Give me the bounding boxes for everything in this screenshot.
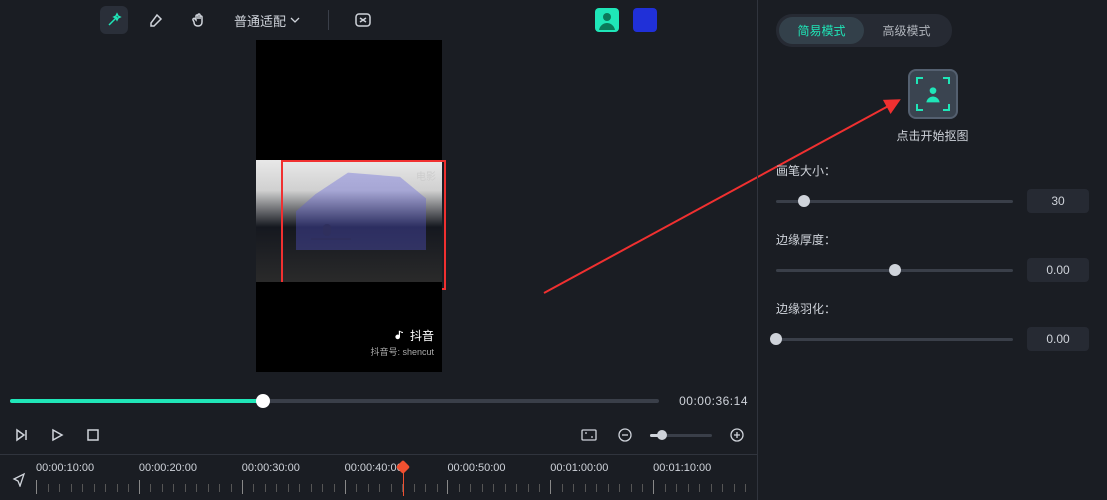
watermark-sub: 抖音号: shencut xyxy=(370,345,434,358)
slider-group: 边缘羽化： 0.00 xyxy=(776,300,1089,351)
toolbar-separator xyxy=(328,10,329,30)
ruler-tick-group: 00:00:10:00 xyxy=(36,476,139,494)
ruler-tick-group: 00:00:40:00 xyxy=(345,476,448,494)
watermark-bottom: 抖音 xyxy=(393,327,434,344)
time-readout: 00:00:36:14 xyxy=(679,394,748,408)
slider-group: 画笔大小： 30 xyxy=(776,162,1089,213)
tab-advanced-mode[interactable]: 高级模式 xyxy=(864,17,949,44)
top-toolbar: 普通适配 xyxy=(0,0,757,40)
slider-thumb[interactable] xyxy=(889,264,901,276)
zoom-out-button[interactable] xyxy=(614,424,636,446)
start-cutout-button[interactable] xyxy=(908,69,958,119)
eraser-tool[interactable] xyxy=(142,6,170,34)
watermark-top: 电影 xyxy=(416,168,436,183)
slider-track[interactable] xyxy=(776,338,1013,341)
chevron-down-icon xyxy=(290,15,300,25)
video-frame[interactable]: 电影 抖音 抖音号: shencut xyxy=(256,40,442,372)
slider-value[interactable]: 0.00 xyxy=(1027,327,1089,351)
slider-track[interactable] xyxy=(776,269,1013,272)
tab-simple-mode[interactable]: 简易模式 xyxy=(779,17,864,44)
ruler-tick-label: 00:00:10:00 xyxy=(36,462,94,474)
hand-tool[interactable] xyxy=(184,6,212,34)
slider-label: 边缘厚度： xyxy=(776,231,1089,248)
play-controls xyxy=(10,416,748,454)
ruler-tick-label: 00:00:20:00 xyxy=(139,462,197,474)
aspect-toggle-button[interactable] xyxy=(578,424,600,446)
ruler-tick-group: 00:01:00:00 xyxy=(550,476,653,494)
fit-mode-label: 普通适配 xyxy=(234,11,286,30)
slider-label: 画笔大小： xyxy=(776,162,1089,179)
fit-mode-select[interactable]: 普通适配 xyxy=(226,7,308,34)
progress-track[interactable] xyxy=(10,399,659,403)
cutout-label: 点击开始抠图 xyxy=(776,127,1089,144)
ruler-tick-label: 00:00:50:00 xyxy=(447,462,505,474)
magic-wand-tool[interactable] xyxy=(100,6,128,34)
ruler-tick-label: 00:00:40:00 xyxy=(345,462,403,474)
ruler-tick-label: 00:01:10:00 xyxy=(653,462,711,474)
slider-track[interactable] xyxy=(776,200,1013,203)
slider-value[interactable]: 30 xyxy=(1027,189,1089,213)
avatar-preview[interactable] xyxy=(595,8,619,32)
play-button[interactable] xyxy=(46,424,68,446)
timeline-ruler[interactable]: 00:00:10:0000:00:20:0000:00:30:0000:00:4… xyxy=(0,462,757,500)
ruler-tick-label: 00:00:30:00 xyxy=(242,462,300,474)
stop-button[interactable] xyxy=(82,424,104,446)
letterbox-top xyxy=(256,40,442,160)
preview-area: 电影 抖音 抖音号: shencut xyxy=(0,40,757,380)
cutout-block: 点击开始抠图 xyxy=(776,69,1089,144)
progress-thumb[interactable] xyxy=(256,394,270,408)
step-forward-button[interactable] xyxy=(10,424,32,446)
slider-thumb[interactable] xyxy=(770,333,782,345)
ruler-tick-group: 00:01:10:00 xyxy=(653,476,756,494)
slider-group: 边缘厚度： 0.00 xyxy=(776,231,1089,282)
mode-tabs: 简易模式 高级模式 xyxy=(776,14,952,47)
zoom-thumb[interactable] xyxy=(657,430,667,440)
slider-label: 边缘羽化： xyxy=(776,300,1089,317)
share-button[interactable] xyxy=(8,468,30,490)
progress-bar: 00:00:36:14 xyxy=(10,392,748,410)
music-note-icon xyxy=(393,329,407,343)
ruler-tick-group: 00:00:30:00 xyxy=(242,476,345,494)
ruler-tick-group: 00:00:50:00 xyxy=(447,476,550,494)
ruler-tick-label: 00:01:00:00 xyxy=(550,462,608,474)
zoom-in-button[interactable] xyxy=(726,424,748,446)
timeline-playhead[interactable] xyxy=(403,464,404,496)
side-panel: 简易模式 高级模式 点击开始抠图 画笔大小： 30 边缘厚度： 0.00 边缘羽化： 0.… xyxy=(758,0,1107,500)
slider-thumb[interactable] xyxy=(798,195,810,207)
focus-corners-icon xyxy=(915,76,951,112)
slider-value[interactable]: 0.00 xyxy=(1027,258,1089,282)
color-preview[interactable] xyxy=(633,8,657,32)
horizontal-divider xyxy=(0,454,757,455)
zoom-slider[interactable] xyxy=(650,434,712,437)
ruler-tick-group: 00:00:20:00 xyxy=(139,476,242,494)
compare-tool[interactable] xyxy=(349,6,377,34)
